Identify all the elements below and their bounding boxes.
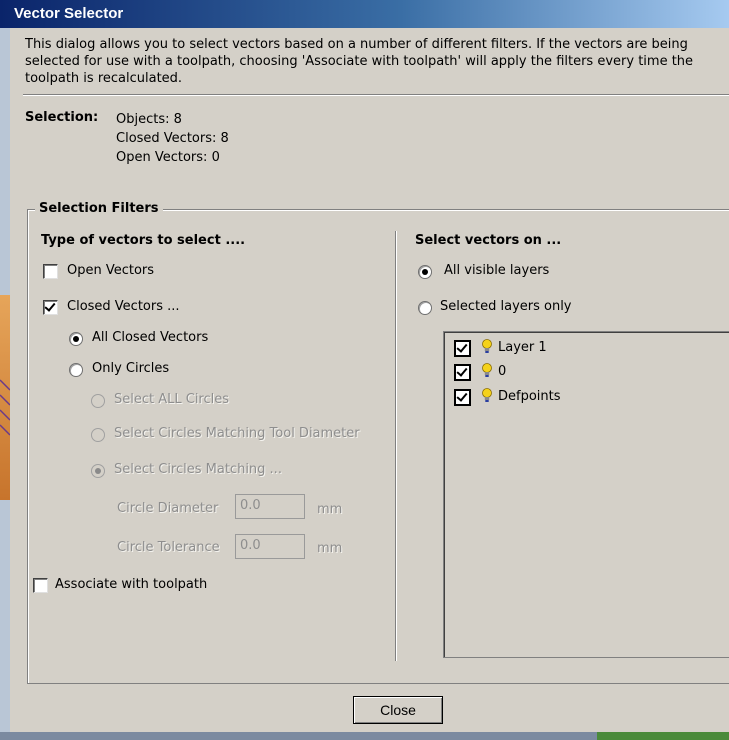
lightbulb-icon	[482, 363, 492, 377]
circle-diameter-input: 0.0	[235, 494, 305, 519]
layer-checkbox[interactable]	[454, 389, 471, 406]
select-circles-matching-label: Select Circles Matching ...	[114, 462, 282, 477]
layers-heading: Select vectors on ...	[415, 233, 562, 248]
selection-open-vectors: Open Vectors: 0	[116, 150, 220, 165]
select-all-circles-radio	[91, 394, 105, 408]
selected-layers-only-radio[interactable]	[418, 301, 432, 315]
all-closed-vectors-radio[interactable]	[69, 332, 83, 346]
background-toolpath-lines	[0, 379, 10, 436]
layer-name[interactable]: Defpoints	[498, 389, 561, 404]
closed-vectors-label[interactable]: Closed Vectors ...	[67, 299, 180, 314]
layer-name[interactable]: 0	[498, 364, 506, 379]
select-circles-tool-diameter-radio	[91, 428, 105, 442]
associate-toolpath-label[interactable]: Associate with toolpath	[55, 577, 207, 592]
all-visible-layers-label[interactable]: All visible layers	[444, 263, 549, 278]
vector-type-heading: Type of vectors to select ....	[41, 233, 246, 248]
circle-tolerance-input: 0.0	[235, 534, 305, 559]
title-bar[interactable]: Vector Selector	[0, 0, 729, 28]
open-vectors-checkbox[interactable]	[43, 264, 58, 279]
closed-vectors-checkbox[interactable]	[43, 300, 58, 315]
lightbulb-icon	[482, 339, 492, 353]
only-circles-label[interactable]: Only Circles	[92, 361, 169, 376]
layer-checkbox[interactable]	[454, 364, 471, 381]
select-all-circles-label: Select ALL Circles	[114, 392, 230, 407]
layers-list[interactable]: Layer 1 0 Defpoints	[443, 331, 729, 658]
circle-diameter-label: Circle Diameter	[117, 501, 219, 516]
close-button[interactable]: Close	[353, 696, 443, 724]
window-title: Vector Selector	[14, 5, 124, 22]
open-vectors-label[interactable]: Open Vectors	[67, 263, 154, 278]
background-green-preview	[597, 732, 729, 740]
vector-selector-dialog: This dialog allows you to select vectors…	[10, 28, 729, 732]
circle-diameter-unit: mm	[317, 502, 343, 517]
selection-label: Selection:	[25, 110, 99, 125]
selection-filters-title: Selection Filters	[35, 201, 163, 216]
column-separator	[395, 231, 397, 661]
selection-objects: Objects: 8	[116, 112, 182, 127]
only-circles-radio[interactable]	[69, 363, 83, 377]
selected-layers-only-label[interactable]: Selected layers only	[440, 299, 572, 314]
select-circles-tool-diameter-label: Select Circles Matching Tool Diameter	[114, 426, 360, 441]
all-visible-layers-radio[interactable]	[418, 265, 432, 279]
select-circles-matching-radio	[91, 464, 105, 478]
all-closed-vectors-label[interactable]: All Closed Vectors	[92, 330, 208, 345]
circle-tolerance-unit: mm	[317, 541, 343, 556]
circle-tolerance-label: Circle Tolerance	[117, 540, 220, 555]
layer-checkbox[interactable]	[454, 340, 471, 357]
description-text: This dialog allows you to select vectors…	[25, 37, 694, 86]
lightbulb-icon	[482, 388, 492, 402]
divider-top	[23, 94, 729, 96]
layer-name[interactable]: Layer 1	[498, 340, 547, 355]
associate-toolpath-checkbox[interactable]	[33, 578, 48, 593]
selection-closed-vectors: Closed Vectors: 8	[116, 131, 229, 146]
